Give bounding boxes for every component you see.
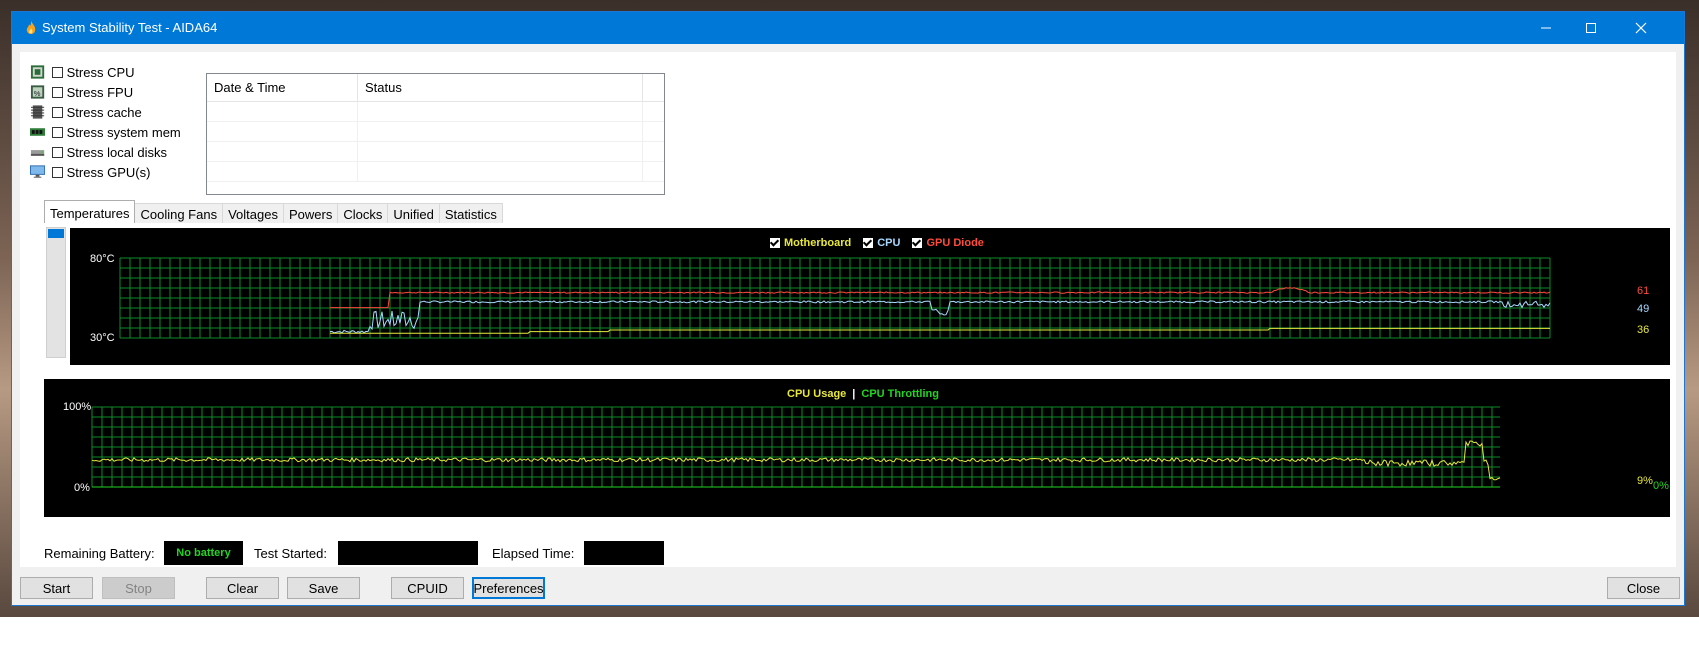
graph-grid (119, 257, 1551, 339)
tab-clocks[interactable]: Clocks (337, 203, 389, 223)
clear-button[interactable]: Clear (206, 577, 279, 599)
event-log-table[interactable]: Date & Time Status (206, 73, 665, 195)
stress-fpu-label: Stress FPU (66, 84, 134, 100)
desktop-strip (0, 617, 1699, 648)
minimize-icon (1541, 27, 1551, 29)
window-title: System Stability Test - AIDA64 (42, 20, 218, 35)
elapsed-time-label: Elapsed Time: (492, 546, 575, 561)
minimize-button[interactable] (1523, 12, 1569, 44)
main-panel: Stress CPU % Stress FPU Stress cache Str… (20, 52, 1676, 567)
stress-gpu-checkbox[interactable] (52, 166, 63, 178)
graph-grid (91, 406, 1500, 488)
cpu-chip-icon (30, 65, 45, 79)
stress-cpu-option[interactable]: Stress CPU (30, 62, 180, 82)
close-window-button[interactable] (1618, 12, 1664, 44)
log-row (207, 122, 664, 142)
temperature-graph: Motherboard CPU GPU Diode 80°C 30°C 61 4… (70, 228, 1670, 365)
stress-disks-option[interactable]: Stress local disks (30, 142, 180, 162)
test-started-label: Test Started: (254, 546, 327, 561)
cpuid-button[interactable]: CPUID (391, 577, 464, 599)
tab-cooling-fans[interactable]: Cooling Fans (134, 203, 224, 223)
elapsed-time-value (584, 541, 664, 565)
tab-statistics[interactable]: Statistics (438, 203, 503, 223)
stress-disks-label: Stress local disks (66, 144, 168, 160)
gpu-current-value: 61 (1637, 285, 1650, 297)
memory-module-icon (30, 128, 46, 136)
log-row (207, 142, 664, 162)
aida64-flame-icon (26, 21, 36, 34)
preferences-button[interactable]: Preferences (472, 577, 545, 599)
motherboard-current-value: 36 (1637, 324, 1650, 336)
fpu-chip-icon: % (30, 85, 45, 99)
close-icon (1635, 22, 1647, 34)
stress-memory-option[interactable]: Stress system memory (30, 122, 180, 142)
tab-powers[interactable]: Powers (282, 203, 339, 223)
log-row (207, 162, 664, 182)
stress-fpu-option[interactable]: % Stress FPU (30, 82, 180, 102)
stress-gpu-label: Stress GPU(s) (66, 164, 151, 180)
save-button[interactable]: Save (287, 577, 360, 599)
start-button[interactable]: Start (20, 577, 93, 599)
monitor-icon (30, 165, 46, 178)
stress-fpu-checkbox[interactable] (52, 86, 63, 98)
cpu-throttling-current-value: 0% (1653, 480, 1669, 492)
log-col-status[interactable]: Status (358, 74, 643, 101)
log-header: Date & Time Status (207, 74, 664, 102)
test-started-value (338, 541, 478, 565)
app-window: System Stability Test - AIDA64 Stress CP… (11, 11, 1685, 606)
sensor-tabs: Temperatures Cooling Fans Voltages Power… (44, 200, 503, 225)
stress-memory-label: Stress system memory (66, 124, 180, 140)
stress-options: Stress CPU % Stress FPU Stress cache Str… (30, 62, 180, 182)
scroll-thumb[interactable] (48, 229, 64, 238)
stress-gpu-option[interactable]: Stress GPU(s) (30, 162, 180, 182)
disk-drive-icon (30, 150, 45, 156)
battery-value: No battery (164, 541, 243, 565)
stress-disks-checkbox[interactable] (52, 146, 63, 158)
cpu-current-value: 49 (1637, 303, 1650, 315)
cpu-usage-current-value: 9% (1637, 475, 1653, 487)
stress-memory-checkbox[interactable] (52, 126, 63, 138)
title-bar[interactable]: System Stability Test - AIDA64 (12, 12, 1684, 44)
usage-plot (91, 406, 1501, 488)
stress-cpu-label: Stress CPU (66, 64, 135, 80)
log-col-datetime[interactable]: Date & Time (207, 74, 358, 101)
tab-temperatures[interactable]: Temperatures (44, 200, 136, 223)
cache-icon (30, 105, 45, 119)
sensor-list-scrollbar[interactable] (46, 227, 66, 358)
stress-cache-checkbox[interactable] (52, 106, 63, 118)
maximize-button[interactable] (1568, 12, 1614, 44)
temperature-plot (119, 257, 1551, 339)
battery-label: Remaining Battery: (44, 546, 155, 561)
stress-cpu-checkbox[interactable] (52, 66, 63, 78)
log-row (207, 102, 664, 122)
stress-cache-option[interactable]: Stress cache (30, 102, 180, 122)
tab-voltages[interactable]: Voltages (222, 203, 284, 223)
svg-text:%: % (34, 89, 41, 98)
close-button[interactable]: Close (1607, 577, 1680, 599)
tab-unified[interactable]: Unified (387, 203, 440, 223)
stop-button[interactable]: Stop (102, 577, 175, 599)
maximize-icon (1586, 23, 1596, 33)
cpu-usage-graph: CPU Usage | CPU Throttling 100% 0% 9% 0% (44, 379, 1670, 517)
stress-cache-label: Stress cache (66, 104, 142, 120)
